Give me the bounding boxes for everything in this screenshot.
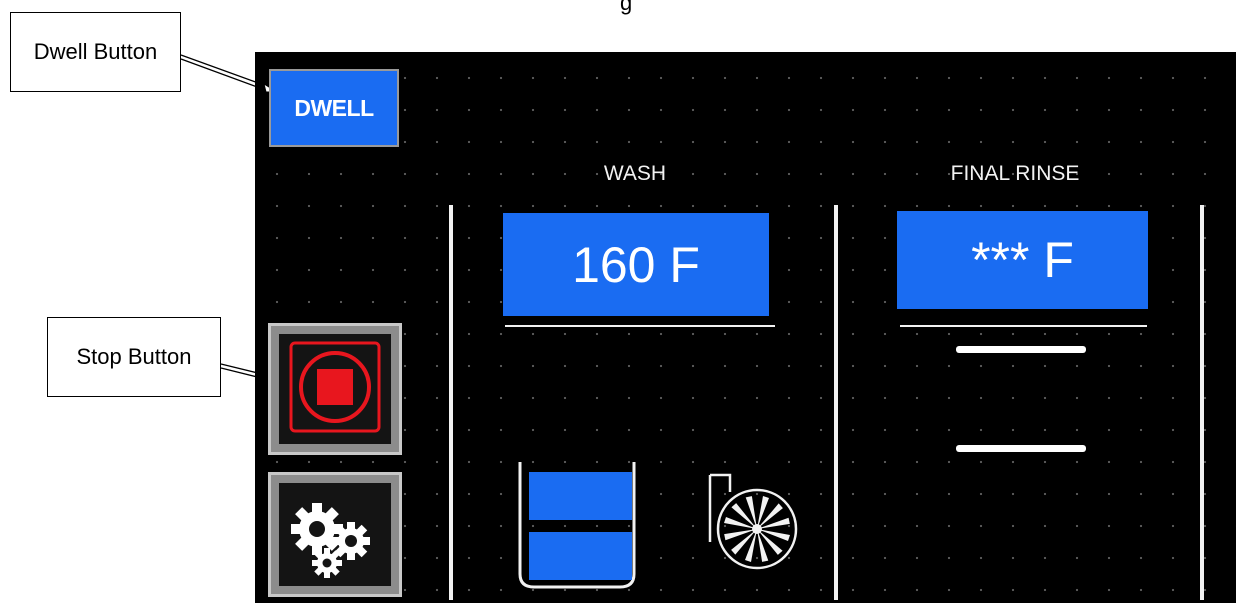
final-rinse-status-bar-bottom [956,445,1086,452]
gears-icon [291,503,370,578]
setup-button-face [279,483,391,586]
wash-left-divider [449,205,453,600]
dwell-button-callout: Dwell Button [10,12,181,92]
stop-icon [289,341,381,433]
page-top-text: g [620,0,633,15]
wash-underline [505,325,775,327]
wash-right-divider [834,205,838,600]
final-rinse-label: FINAL RINSE [950,162,1080,185]
final-rinse-temperature-display: *** F [897,211,1148,309]
wash-temperature-display: 160 F [503,213,769,316]
wash-label: WASH [603,162,667,185]
dwell-button[interactable]: DWELL [269,69,399,147]
tank-level-segment-lower [529,532,632,580]
final-rinse-underline [900,325,1147,327]
stop-button-face [279,334,391,444]
stop-button-callout: Stop Button [47,317,221,397]
pump-icon [708,473,798,570]
tank-level-segment-upper [529,472,632,520]
tank-level-icon [518,462,636,589]
rinse-right-divider [1200,205,1204,600]
setup-button[interactable] [268,472,402,597]
final-rinse-status-bar-top [956,346,1086,353]
stop-button[interactable] [268,323,402,455]
